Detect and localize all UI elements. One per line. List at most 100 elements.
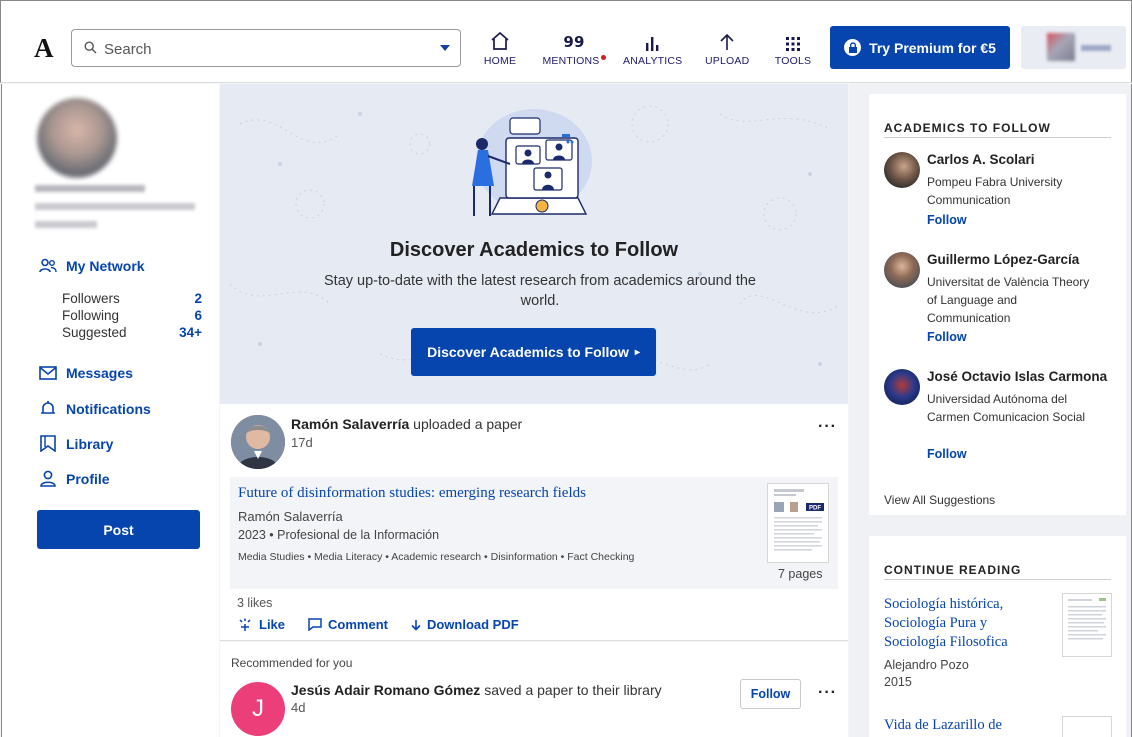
like-button-label: Like [259,617,286,632]
author-avatar-image [231,415,285,469]
grid-icon [786,37,800,51]
search-box[interactable] [71,29,461,67]
stat-row-followers[interactable]: Followers 2 [62,290,202,307]
reading-item-thumbnail[interactable] [1062,716,1112,737]
stat-label: Following [62,308,120,323]
download-pdf-button[interactable]: Download PDF [411,617,519,632]
network-stats: Followers 2 Following 6 Suggested 34+ [62,290,202,341]
account-avatar [1047,33,1075,61]
suggestion-follow-button[interactable]: Follow [927,213,967,227]
feed-item-header: Ramón Salaverría uploaded a paper [291,416,522,432]
recommended-header: Jesús Adair Romano Gómez saved a paper t… [291,682,662,698]
paper-title-link[interactable]: Future of disinformation studies: emergi… [238,485,586,502]
search-dropdown-caret-icon[interactable] [440,45,450,51]
recommended-author-link[interactable]: Jesús Adair Romano Gómez [291,682,480,698]
recommended-action-text: saved a paper to their library [480,682,662,698]
academics-panel-title: ACADEMICS TO FOLLOW [884,121,1051,135]
nav-upload[interactable]: UPLOAD [705,29,749,69]
nav-home[interactable]: HOME [483,29,517,69]
search-input[interactable] [104,38,424,60]
sidebar-item-notifications-label: Notifications [66,400,151,417]
feed-timestamp: 17d [291,435,313,450]
author-avatar[interactable] [231,415,285,469]
reading-item-thumbnail[interactable] [1062,593,1112,657]
profile-dept-blurred [35,221,97,228]
reading-item-year: 2015 [884,675,912,689]
sidebar-item-profile[interactable]: Profile [39,470,110,487]
suggestion-avatar[interactable] [884,369,920,405]
author-name-link[interactable]: Ramón Salaverría [291,416,409,432]
post-button[interactable]: Post [37,510,200,549]
people-icon [39,258,57,273]
academia-logo[interactable]: A [34,33,54,64]
feed-actions: Like Comment Download PDF [237,617,519,632]
recommended-author-avatar[interactable]: J [231,682,285,736]
comment-icon [308,618,322,631]
view-all-suggestions-link[interactable]: View All Suggestions [884,493,995,507]
likes-count[interactable]: 3 likes [237,596,272,610]
discover-academics-banner: Discover Academics to Follow Stay up-to-… [220,84,848,404]
search-icon [84,41,97,54]
recommended-timestamp: 4d [291,700,306,715]
nav-mentions[interactable]: 99 MENTIONS [541,29,607,69]
suggestion-follow-button[interactable]: Follow [927,447,967,461]
person-icon [40,470,56,487]
download-pdf-label: Download PDF [426,617,519,632]
sidebar-item-messages[interactable]: Messages [39,365,133,381]
suggestion-name[interactable]: Guillermo López-García [927,252,1079,267]
banner-subtitle: Stay up-to-date with the latest research… [324,273,756,309]
suggestion-avatar[interactable] [884,152,920,188]
profile-name-blurred [35,185,145,192]
discover-academics-button[interactable]: Discover Academics to Follow ▸ [411,328,656,376]
stat-value: 2 [194,291,202,306]
sidebar-item-library[interactable]: Library [39,435,113,452]
banner-title: Discover Academics to Follow [389,239,679,261]
paper-meta: 2023 • Profesional de la Información [238,528,440,542]
account-menu[interactable] [1021,26,1126,69]
stat-value: 6 [194,308,202,323]
paper-page-count: 7 pages [778,567,823,581]
left-sidebar: My Network Followers 2 Following 6 Suggest… [1,84,219,737]
feed-item-recommended: Recommended for you J Jesús Adair Romano… [220,642,848,737]
sidebar-item-my-network[interactable]: My Network [39,258,145,274]
try-premium-button[interactable]: Try Premium for €5 [830,26,1010,69]
divider [884,579,1111,580]
suggestion-name[interactable]: José Octavio Islas Carmona [927,369,1107,384]
like-button[interactable]: Like [237,617,285,632]
profile-avatar[interactable] [37,98,117,178]
suggestion-avatar[interactable] [884,252,920,288]
sidebar-item-profile-label: Profile [66,470,110,487]
suggestion-follow-button[interactable]: Follow [927,330,967,344]
top-nav-bar: A HOME 99 MENTIONS ANALYTICS UPLOAD TOOL… [0,0,1132,83]
upload-arrow-icon [720,33,734,50]
quote-icon: 99 [563,33,585,51]
nav-analytics-label: ANALYTICS [623,55,683,67]
sidebar-item-library-label: Library [66,435,114,452]
suggestion-affiliation: Universidad Autónoma del Carmen Comunica… [927,392,1086,424]
nav-analytics[interactable]: ANALYTICS [623,29,683,69]
nav-tools[interactable]: TOOLS [773,29,813,69]
download-arrow-icon [411,619,421,631]
reading-item: Sociología histórica, Sociología Pura y … [884,595,1049,691]
more-options-icon[interactable]: ··· [818,418,837,436]
reading-item-title-link[interactable]: Vida de Lazarillo de [884,716,1049,735]
paper-thumbnail[interactable]: PDF [767,483,829,563]
stat-row-suggested[interactable]: Suggested 34+ [62,324,202,341]
follow-button[interactable]: Follow [740,679,801,709]
comment-button[interactable]: Comment [308,617,388,632]
more-options-icon[interactable]: ··· [818,684,837,702]
suggestion-affiliation: Pompeu Fabra University Communication [927,175,1063,207]
sidebar-item-notifications[interactable]: Notifications [39,400,151,417]
stat-label: Followers [62,291,120,306]
recommended-label: Recommended for you [231,656,353,670]
suggestion-name[interactable]: Carlos A. Scolari [927,152,1035,167]
reading-item-title-link[interactable]: Sociología histórica, Sociología Pura y … [884,595,1049,652]
paper-author: Ramón Salaverría [238,509,343,524]
stat-row-following[interactable]: Following 6 [62,307,202,324]
try-premium-label: Try Premium for €5 [869,39,996,56]
nav-mentions-label: MENTIONS [542,55,600,67]
lock-icon [844,39,862,56]
paper-preview[interactable]: Future of disinformation studies: emergi… [230,477,838,589]
nav-tools-label: TOOLS [774,55,812,67]
stat-value: 34+ [179,325,202,340]
